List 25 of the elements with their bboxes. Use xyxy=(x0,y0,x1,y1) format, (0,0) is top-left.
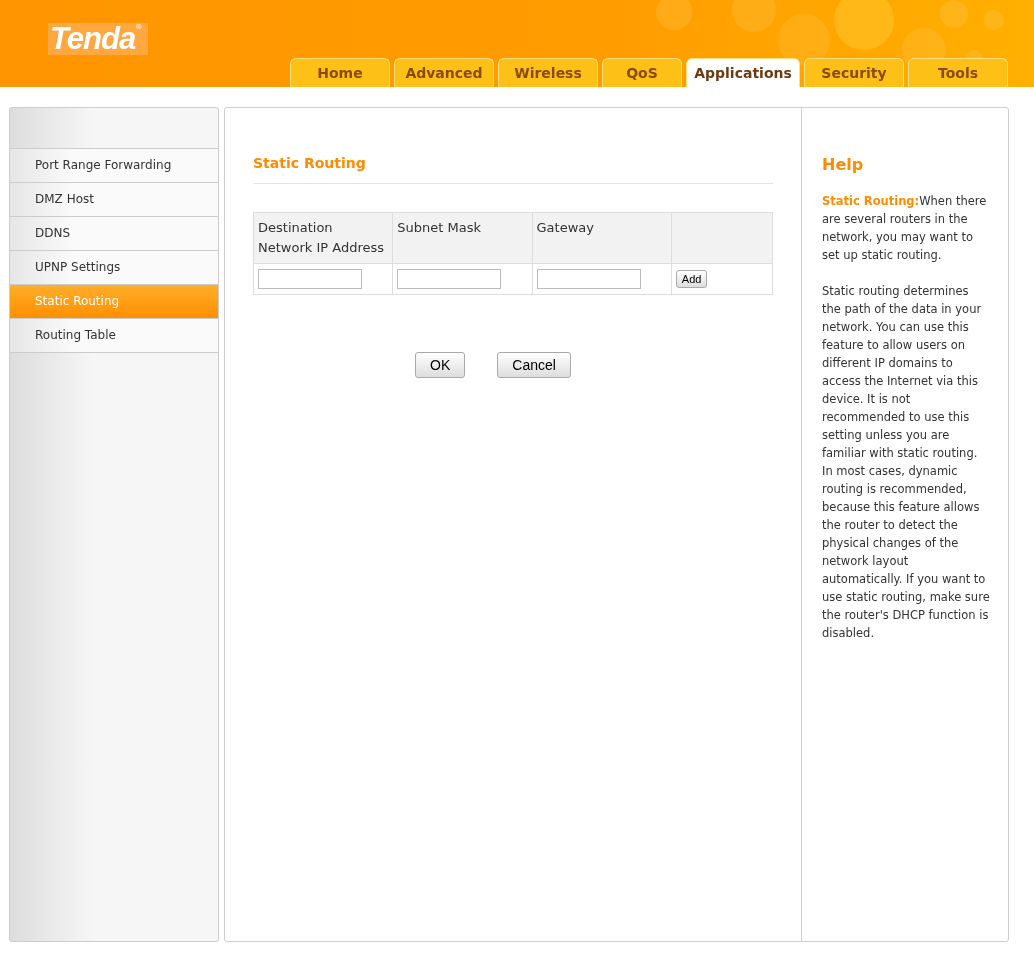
sidebar-item[interactable]: DDNS xyxy=(10,217,218,251)
cancel-button[interactable]: Cancel xyxy=(497,352,571,378)
nav-tab[interactable]: Tools xyxy=(908,58,1008,87)
section-title: Static Routing xyxy=(253,155,367,171)
input-field[interactable] xyxy=(536,269,641,289)
help-title: Help xyxy=(822,155,865,174)
sidebar-item[interactable]: DMZ Host xyxy=(10,183,218,217)
nav-tab[interactable]: Wireless xyxy=(498,58,598,87)
column-header: Destination Network IP Address xyxy=(253,212,393,264)
nav-tab[interactable]: Security xyxy=(804,58,904,87)
nav-tab[interactable]: Advanced xyxy=(394,58,494,87)
ok-button[interactable]: OK xyxy=(415,352,466,378)
sidebar-item[interactable]: UPNP Settings xyxy=(10,251,218,285)
sidebar-item[interactable]: Port Range Forwarding xyxy=(10,149,218,183)
input-field[interactable] xyxy=(397,269,502,289)
help-paragraph: Static Routing:When there are several routers in the network, you may want to set up static routing. xyxy=(822,193,988,264)
nav-tab[interactable]: QoS xyxy=(602,58,682,87)
column-header: Subnet Mask xyxy=(392,212,533,264)
column-header: Gateway xyxy=(532,212,672,264)
add-button[interactable]: Add xyxy=(675,270,708,288)
input-field[interactable] xyxy=(258,269,362,289)
sidebar-item[interactable]: Routing Table xyxy=(10,319,218,353)
nav-tab[interactable]: Home xyxy=(290,58,390,87)
help-paragraph: Static routing determines the path of the data in your network. You can use this feature to allow users on different IP domains to access the Internet via this device. It is not recommended to use this setting unless you are familiar with static routing. In most cases, dynamic routing is recommended, because this feature allows the router to detect the physical changes of the network layout automatically. If you want to use static routing, make sure the router's DHCP function is disabled. xyxy=(822,283,990,642)
nav-tab[interactable]: Applications xyxy=(686,58,800,87)
